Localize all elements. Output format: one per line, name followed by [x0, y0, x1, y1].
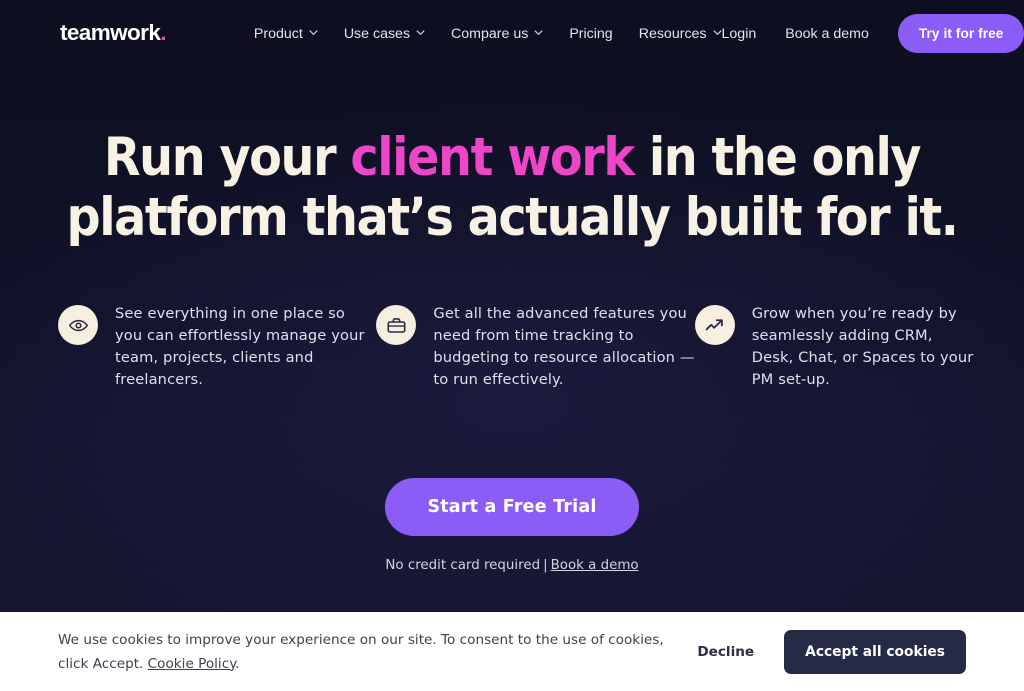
top-navigation-bar: teamwork. Product Use cases Compare us P… [0, 0, 1024, 67]
chevron-down-icon [416, 28, 425, 37]
cookie-banner-actions: Decline Accept all cookies [693, 629, 966, 674]
try-it-for-free-button[interactable]: Try it for free [897, 14, 1024, 53]
teamwork-logo[interactable]: teamwork. [60, 22, 166, 45]
nav-item-label: Product [253, 25, 303, 42]
cta-section: Start a Free Trial No credit card requir… [0, 478, 1024, 573]
cookie-banner-text: We use cookies to improve your experienc… [58, 628, 693, 676]
chevron-down-icon [309, 28, 318, 37]
eye-icon [58, 305, 98, 345]
nav-item-label: Compare us [451, 25, 529, 42]
cookie-consent-banner: We use cookies to improve your experienc… [0, 612, 1024, 691]
cta-separator: | [543, 558, 548, 573]
nav-item-resources[interactable]: Resources [639, 26, 722, 42]
nav-item-compare-us[interactable]: Compare us [451, 26, 543, 42]
briefcase-icon [376, 305, 417, 345]
book-a-demo-link[interactable]: Book a demo [551, 558, 639, 573]
hero-page: teamwork. Product Use cases Compare us P… [0, 0, 1024, 691]
feature-item-visibility: See everything in one place so you can e… [58, 303, 376, 391]
logo-wordmark: teamwork [60, 20, 161, 46]
headline-accent-text: client work [350, 127, 635, 188]
chevron-down-icon [713, 28, 722, 37]
nav-item-label: Resources [638, 25, 707, 42]
feature-description: Grow when you’re ready by seamlessly add… [751, 305, 974, 388]
cookie-text-after-link: . [235, 655, 240, 672]
feature-description: See everything in one place so you can e… [115, 305, 365, 388]
secondary-nav-menu: Login Book a demo Try it for free [722, 14, 1024, 53]
headline-text-before: Run your [103, 127, 351, 188]
chevron-down-icon [534, 28, 543, 37]
nav-item-label: Pricing [569, 25, 613, 42]
no-credit-card-text: No credit card required [385, 558, 541, 573]
nav-item-product[interactable]: Product [254, 26, 318, 42]
primary-nav-menu: Product Use cases Compare us Pricing Res… [254, 26, 722, 42]
cta-subtext: No credit card required | Book a demo [0, 558, 1024, 573]
cookie-policy-link[interactable]: Cookie Policy [148, 656, 236, 672]
nav-item-use-cases[interactable]: Use cases [344, 26, 425, 42]
trending-up-icon [694, 305, 735, 345]
decline-cookies-button[interactable]: Decline [693, 636, 758, 668]
feature-item-advanced-features: Get all the advanced features you need f… [376, 303, 694, 391]
start-free-trial-button[interactable]: Start a Free Trial [385, 478, 639, 536]
logo-dot: . [160, 20, 166, 46]
accept-all-cookies-button[interactable]: Accept all cookies [784, 629, 966, 674]
nav-item-label: Use cases [343, 25, 411, 42]
hero-headline: Run your client work in the only platfor… [0, 128, 1024, 248]
feature-description: Get all the advanced features you need f… [433, 305, 695, 388]
login-link[interactable]: Login [722, 26, 757, 42]
feature-item-growth: Grow when you’re ready by seamlessly add… [694, 303, 974, 391]
book-a-demo-link[interactable]: Book a demo [785, 26, 869, 42]
feature-columns: See everything in one place so you can e… [58, 303, 974, 391]
nav-item-pricing[interactable]: Pricing [569, 26, 612, 42]
